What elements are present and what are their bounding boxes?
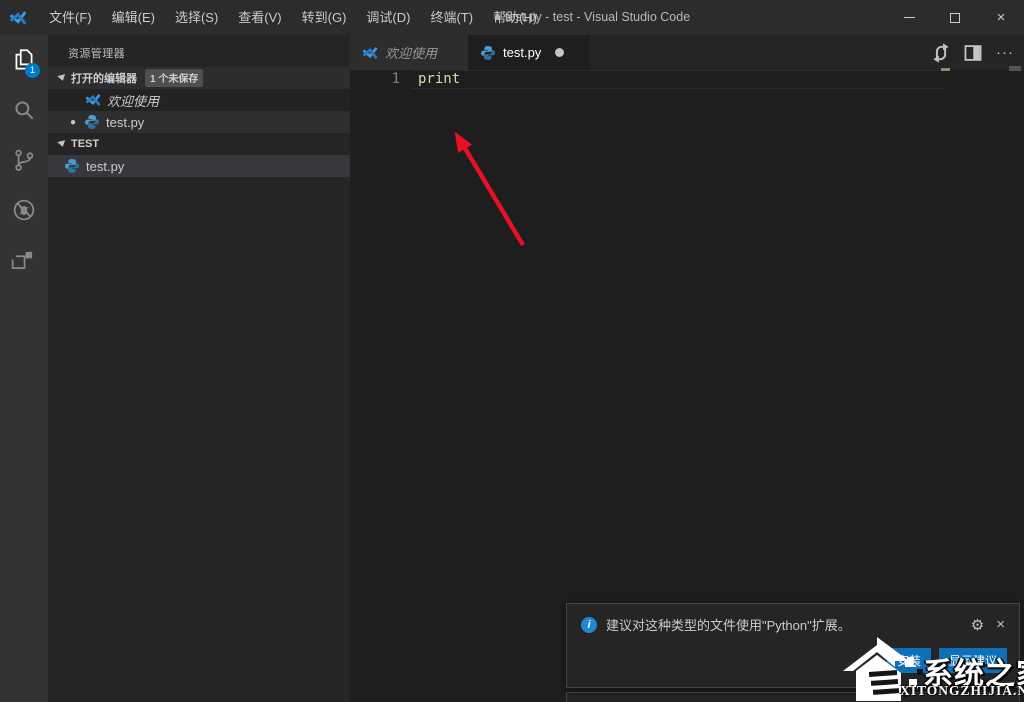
menu-bar: 文件(F) 编辑(E) 选择(S) 查看(V) 转到(G) 调试(D) 终端(T… [39, 0, 547, 35]
menu-help[interactable]: 帮助(H) [483, 0, 547, 35]
python-file-icon [480, 45, 496, 61]
menu-debug[interactable]: 调试(D) [356, 0, 420, 35]
open-editors-label: 打开的编辑器 [71, 70, 137, 86]
red-arrow-annotation [445, 120, 545, 260]
code-line: print [418, 70, 460, 89]
explorer-sidebar: 资源管理器 打开的编辑器 1 个未保存 欢迎使用 ● test.py TEST [48, 35, 350, 702]
editor-actions: ··· [930, 35, 1016, 70]
open-editor-item-welcome[interactable]: 欢迎使用 [48, 89, 350, 111]
scrollbar[interactable] [1009, 66, 1021, 71]
tab-modified-dot-icon[interactable] [555, 48, 564, 57]
activity-debug[interactable] [0, 185, 48, 235]
info-icon: i [581, 617, 597, 633]
more-actions-button[interactable]: ··· [994, 42, 1016, 64]
file-item-testpy[interactable]: test.py [48, 155, 350, 177]
notification-message: 建议对这种类型的文件使用"Python"扩展。 [606, 615, 965, 634]
notification-buttons: 安装 显示建议 [887, 648, 1007, 673]
chevron-expanded-icon [57, 74, 66, 82]
search-icon [11, 97, 37, 123]
file-testpy-label: test.py [86, 159, 124, 174]
maximize-button[interactable] [932, 0, 978, 35]
notification-toast: i 建议对这种类型的文件使用"Python"扩展。 ⚙ × 安装 显示建议 [566, 603, 1020, 688]
sync-changes-button[interactable] [930, 42, 952, 64]
current-line-highlight [412, 70, 942, 89]
activity-source-control[interactable] [0, 135, 48, 185]
line-number: 1 [350, 70, 400, 89]
show-recommendations-button[interactable]: 显示建议 [939, 648, 1007, 673]
more-icon: ··· [996, 48, 1014, 58]
menu-go[interactable]: 转到(G) [292, 0, 357, 35]
notification-close-icon[interactable]: × [996, 616, 1005, 633]
folder-header-test[interactable]: TEST [48, 133, 350, 155]
vscode-logo-icon [9, 9, 27, 27]
python-file-icon [64, 158, 80, 174]
split-editor-button[interactable] [962, 42, 984, 64]
close-button[interactable]: × [978, 0, 1024, 35]
minimize-button[interactable] [886, 0, 932, 35]
tab-bar: 欢迎使用 test.py [350, 35, 1024, 70]
menu-view[interactable]: 查看(V) [228, 0, 291, 35]
notification-header: i 建议对这种类型的文件使用"Python"扩展。 ⚙ × [567, 604, 1019, 634]
source-control-icon [11, 147, 37, 173]
sync-icon [930, 42, 952, 64]
maximize-icon [950, 13, 960, 23]
open-testpy-label: test.py [106, 115, 144, 130]
unsaved-count-badge: 1 个未保存 [145, 69, 203, 87]
debug-no-bug-icon [11, 197, 37, 223]
editor-area: 欢迎使用 test.py [350, 35, 1024, 702]
menu-file[interactable]: 文件(F) [39, 0, 102, 35]
minimap[interactable] [941, 68, 950, 71]
sidebar-title: 资源管理器 [48, 35, 350, 67]
install-button[interactable]: 安装 [887, 648, 931, 673]
menu-terminal[interactable]: 终端(T) [420, 0, 483, 35]
window-controls: × [886, 0, 1024, 35]
vscode-window: 文件(F) 编辑(E) 选择(S) 查看(V) 转到(G) 调试(D) 终端(T… [0, 0, 1024, 702]
extensions-icon [11, 247, 37, 273]
split-editor-icon [962, 42, 984, 64]
folder-test-label: TEST [71, 138, 99, 150]
tab-welcome[interactable]: 欢迎使用 [350, 35, 468, 70]
python-file-icon [84, 114, 100, 130]
activity-bar: 1 [0, 35, 48, 702]
open-editors-header[interactable]: 打开的编辑器 1 个未保存 [48, 67, 350, 89]
gear-icon[interactable]: ⚙ [971, 616, 984, 634]
notification-toast-behind[interactable] [566, 692, 1020, 702]
activity-search[interactable] [0, 85, 48, 135]
open-editor-item-testpy[interactable]: ● test.py [48, 111, 350, 133]
close-icon: × [997, 10, 1006, 25]
chevron-expanded-icon [57, 140, 66, 148]
title-bar: 文件(F) 编辑(E) 选择(S) 查看(V) 转到(G) 调试(D) 终端(T… [0, 0, 1024, 35]
tab-welcome-label: 欢迎使用 [385, 43, 437, 62]
minimize-icon [904, 17, 915, 18]
explorer-badge: 1 [25, 63, 40, 78]
menu-selection[interactable]: 选择(S) [165, 0, 228, 35]
tab-testpy[interactable]: test.py [468, 35, 590, 70]
vscode-logo-icon [85, 92, 101, 108]
activity-explorer[interactable]: 1 [0, 35, 48, 85]
vscode-logo-icon [362, 45, 378, 61]
welcome-item-label: 欢迎使用 [107, 91, 159, 110]
menu-edit[interactable]: 编辑(E) [102, 0, 165, 35]
tab-testpy-label: test.py [503, 45, 541, 60]
modified-dot-icon: ● [62, 117, 84, 128]
activity-extensions[interactable] [0, 235, 48, 285]
